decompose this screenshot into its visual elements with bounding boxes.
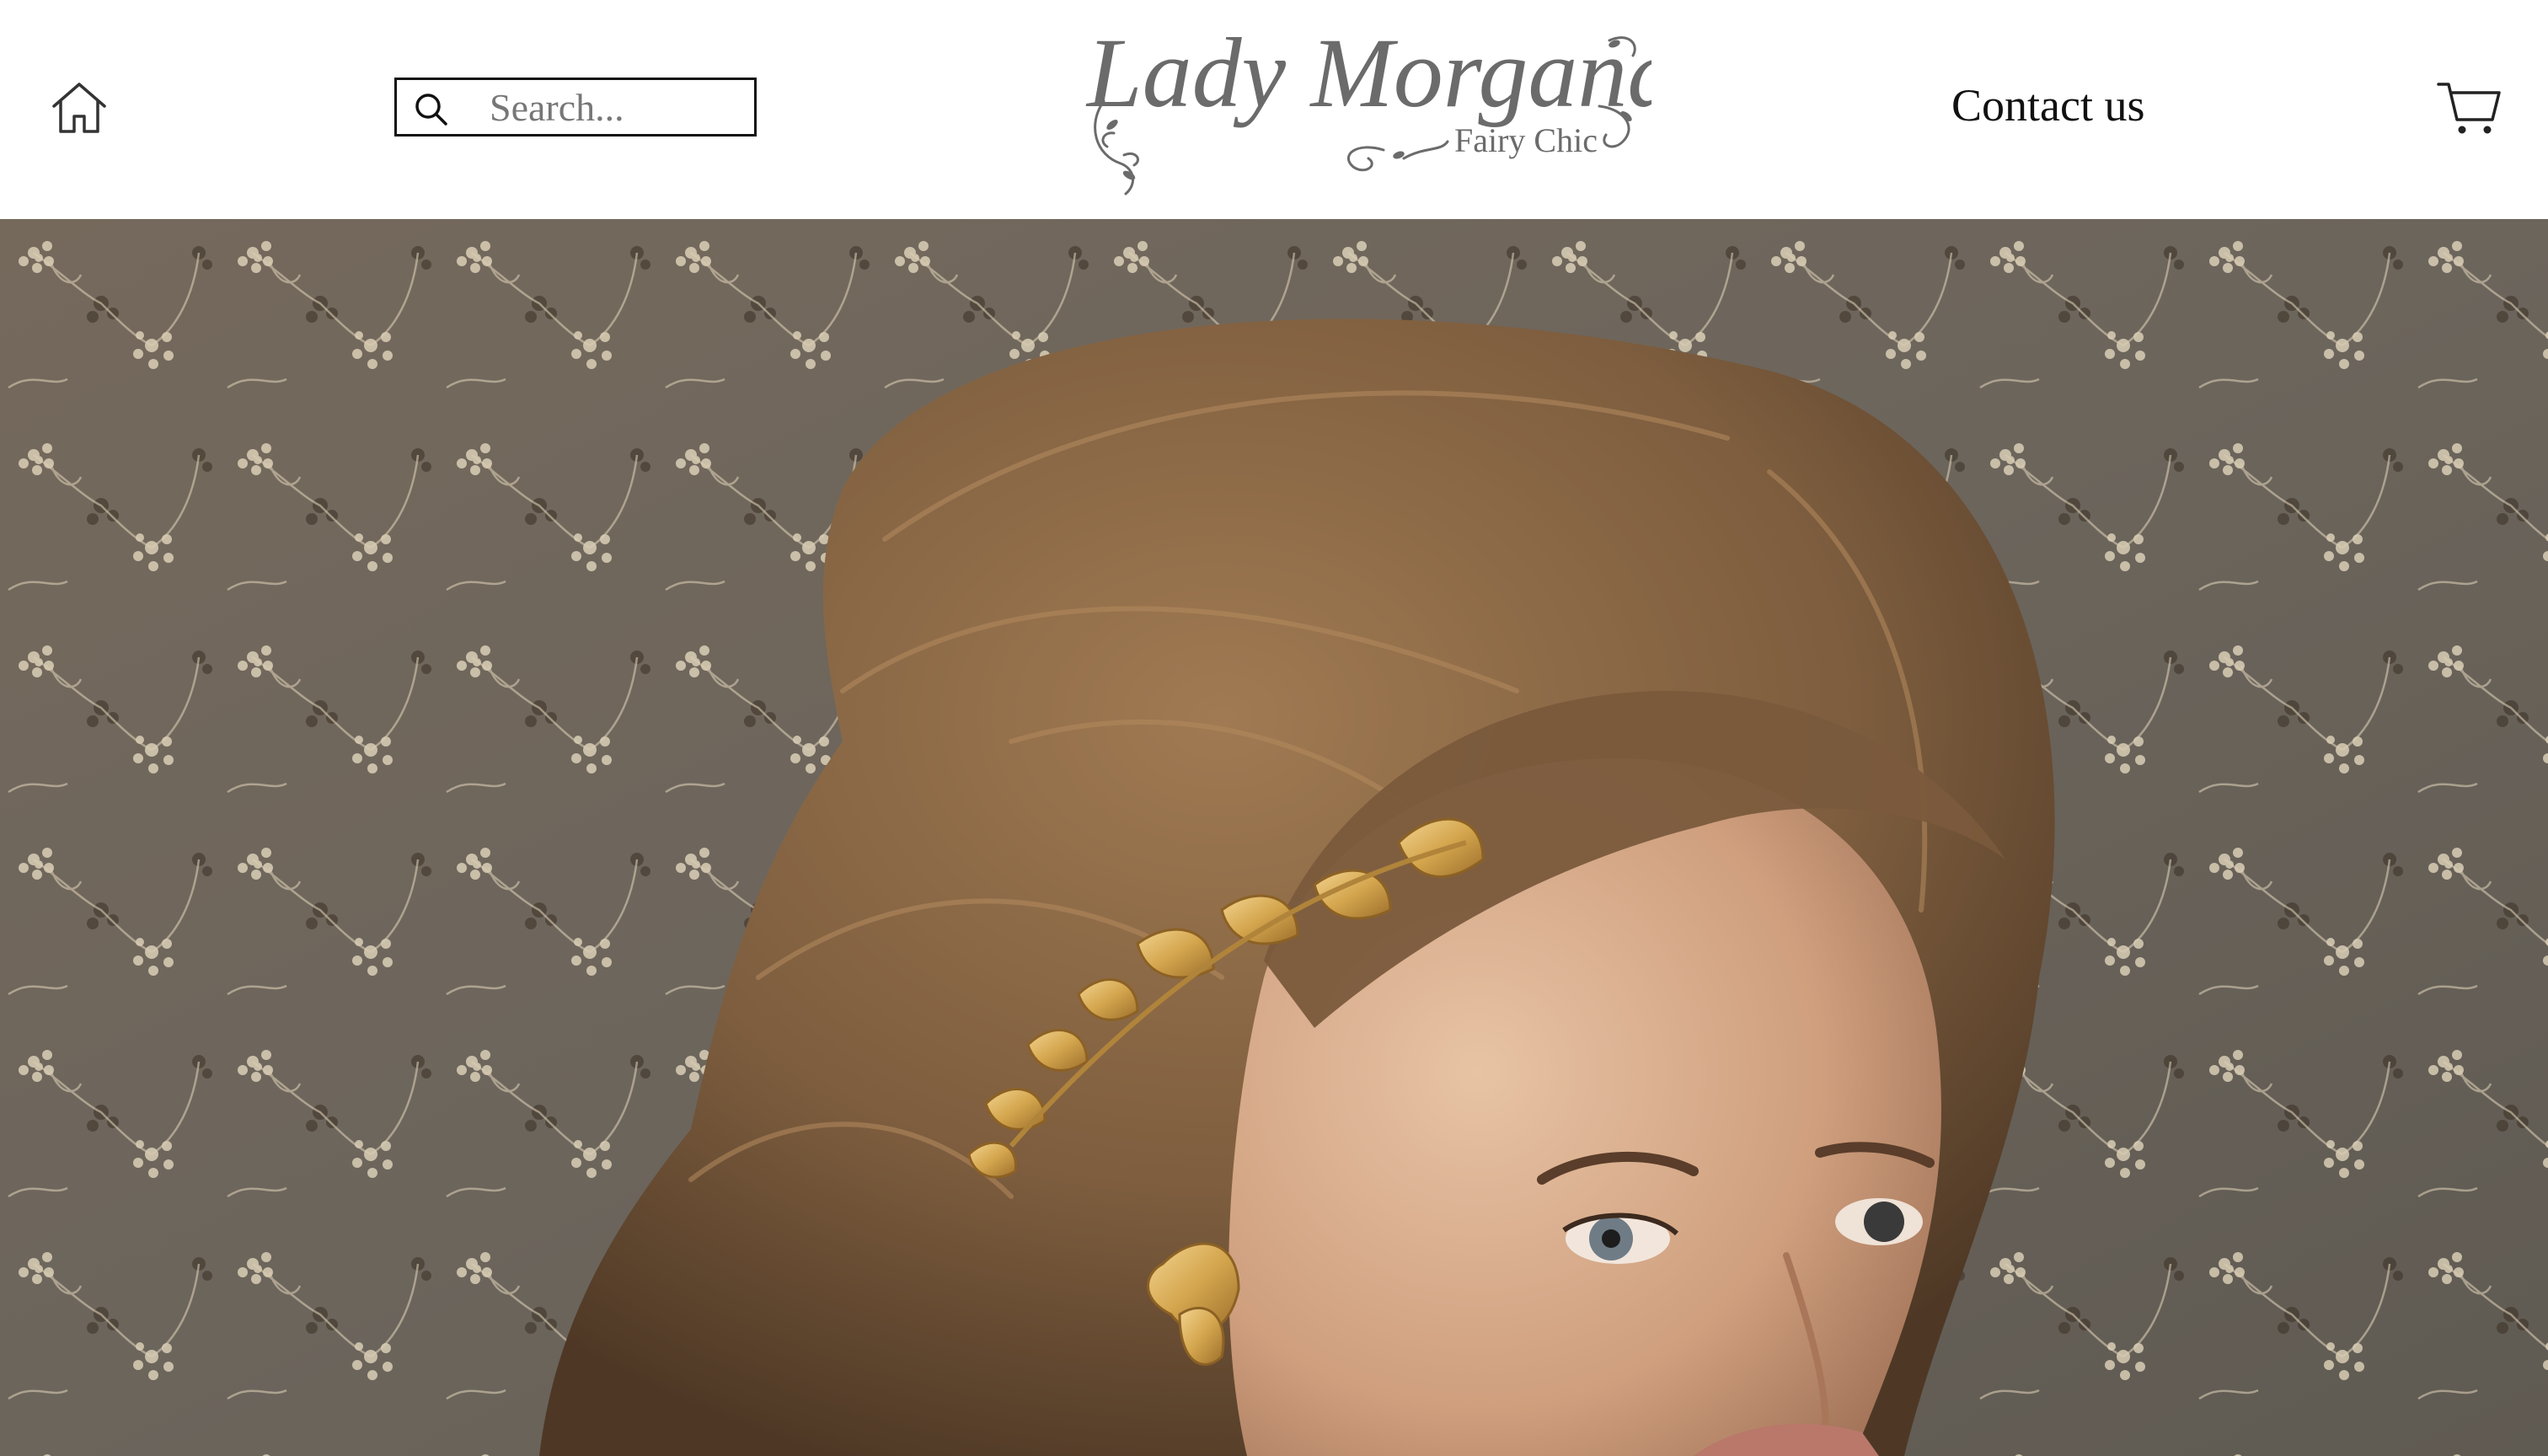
contact-us-link[interactable]: Contact us	[1951, 79, 2144, 131]
cart-button[interactable]	[2435, 78, 2502, 138]
logo-subtitle: Fairy Chic	[1454, 121, 1598, 159]
search-icon[interactable]	[412, 90, 451, 129]
hero-image	[0, 219, 2548, 1456]
home-button[interactable]	[47, 76, 111, 140]
search-input[interactable]	[490, 80, 742, 134]
brand-logo[interactable]: Lady Morgana Fairy Chic	[1070, 7, 1677, 209]
home-icon	[47, 76, 111, 140]
cart-icon	[2435, 78, 2502, 138]
logo-title: Lady Morgana	[1085, 18, 1651, 128]
site-header: Lady Morgana Fairy Chic Contact us	[0, 0, 2548, 219]
search-bar[interactable]	[394, 78, 757, 136]
